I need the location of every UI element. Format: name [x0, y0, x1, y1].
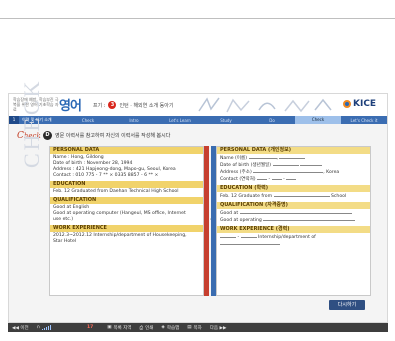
list-icon: ▣ — [107, 325, 112, 330]
form-qualification-body: Good at Good at operating — [217, 209, 370, 226]
work-experience-body: 2012.3~2012.12 Internship/department of … — [50, 232, 203, 247]
qualification-heading: QUALIFICATION — [50, 197, 203, 204]
form-work-body: - Internship/department of — [217, 233, 370, 250]
nav-tab-check-active[interactable]: Check — [295, 116, 341, 124]
nav-tab-study[interactable]: Study — [203, 118, 249, 123]
form-qual-2-label: Good at operating — [220, 218, 262, 223]
sample-qual-3: use etc.) — [53, 217, 73, 222]
brand-logo: 영어 — [59, 99, 82, 114]
headphone-icon: ∩ — [36, 325, 40, 330]
nav-lesson-number: 1 — [9, 116, 19, 124]
qualification-body: Good at English Good at operating comput… — [50, 204, 203, 225]
print-icon: ⎙ — [139, 325, 144, 331]
form-education-body: Feb. 12 Graduate from School — [217, 192, 370, 202]
volume-bars-icon — [41, 325, 51, 330]
form-personal-heading: PERSONAL DATA (개인정보) — [217, 147, 370, 154]
name-field[interactable] — [248, 155, 277, 159]
nav-tab-check[interactable]: Check — [65, 118, 111, 123]
volume-control[interactable]: ∩ — [33, 325, 55, 330]
form-education-prefix: Feb. 12 Graduate from — [220, 194, 273, 199]
form-name-label: Name (이름) — [220, 156, 248, 161]
lesson-navbar: 1 이력 및 자기 소개 Check Intro Let's Learn Stu… — [9, 116, 387, 124]
name-field-2[interactable] — [279, 155, 306, 159]
education-heading: EDUCATION — [50, 181, 203, 188]
form-work-middle: Internship/department of — [258, 235, 316, 240]
page-number: 17 — [86, 325, 94, 330]
form-address-label: Address (주소) — [220, 170, 252, 175]
retry-button[interactable]: 다시하기 — [329, 300, 365, 310]
contact-field-3[interactable] — [286, 176, 297, 180]
header-illustration — [198, 97, 332, 113]
sample-qual-2: Good at operating computer (Hangeul, MS … — [53, 211, 186, 216]
education-field[interactable] — [273, 193, 330, 197]
panel-edge-blue — [211, 146, 216, 296]
personal-data-body: Name : Hong, Gildong Date of birth : Nov… — [50, 154, 203, 181]
form-work-heading: WORK EXPERIENCE (경력) — [217, 226, 370, 233]
qualification-field-1[interactable] — [239, 210, 352, 214]
toolbar-print-button[interactable]: ⎙ 인쇄 — [135, 325, 157, 331]
prev-button[interactable]: ◀◀ 이전 — [8, 325, 33, 331]
map-icon: ◈ — [161, 325, 165, 330]
instruction: D 영문 이력서를 참고하여 자신의 이력서를 작성해 봅시다 — [43, 131, 170, 140]
qualification-field-2[interactable] — [263, 217, 356, 221]
work-experience-heading: WORK EXPERIENCE — [50, 225, 203, 232]
content-frame: 학습장애 예방, 학습부진 극복을 위한 영어 기초학습 자료 영어 프기 : … — [8, 78, 388, 323]
sample-contact: Contact : 010 775 - 7 ** × 0335 8857 - 6… — [53, 173, 159, 178]
form-address-suffix: , Korea — [323, 170, 340, 175]
nav-tab-intro[interactable]: Intro — [111, 118, 157, 123]
lesson-number-badge: 3 — [108, 101, 117, 109]
sample-education: Feb. 12 Graduated from Daehan Technical … — [53, 189, 179, 194]
breadcrumb-text: 인턴 · 해외연 소개 동아기 — [119, 102, 174, 109]
resume-form-panel: PERSONAL DATA (개인정보) Name (이름) , Date of… — [211, 146, 371, 296]
contact-field-2[interactable] — [271, 176, 282, 180]
toolbar-list-button[interactable]: ▣ 목록 지역 — [103, 325, 135, 331]
work-date-field-1[interactable] — [220, 234, 236, 238]
contact-field-1[interactable] — [257, 176, 268, 180]
work-date-field-2[interactable] — [240, 234, 257, 238]
contents-icon: ▤ — [187, 325, 192, 330]
education-body: Feb. 12 Graduated from Daehan Technical … — [50, 188, 203, 197]
sample-resume-panel: PERSONAL DATA Name : Hong, Gildong Date … — [49, 146, 209, 296]
kice-logo: KICE — [343, 99, 376, 109]
form-education-suffix: School — [330, 194, 347, 199]
nav-tab-lets-learn[interactable]: Let's Learn — [157, 118, 203, 123]
form-personal-body: Name (이름) , Date of birth (생년월일) Address… — [220, 155, 340, 182]
panel-edge-red — [204, 146, 209, 296]
app-header: 학습장애 예방, 학습부진 극복을 위한 영어 기초학습 자료 영어 프기 : … — [9, 94, 387, 116]
birth-field-2[interactable] — [300, 162, 323, 166]
form-qual-1-label: Good at — [220, 211, 239, 216]
nav-tab-lets-check-it[interactable]: Let's Check it — [341, 118, 387, 123]
sample-work-2: Star Hotel — [53, 239, 77, 244]
form-birth-label: Date of birth (생년월일) — [220, 163, 272, 168]
instruction-text: 영문 이력서를 참고하여 자신의 이력서를 작성해 봅시다 — [55, 133, 171, 139]
breadcrumb: 프기 : 3 인턴 · 해외연 소개 동아기 — [93, 101, 173, 109]
breadcrumb-prefix: 프기 : — [93, 102, 106, 109]
form-contact-label: Contact (연락처) — [220, 177, 256, 182]
form-qualification-heading: QUALIFICATION (자격증명) — [217, 202, 370, 209]
birth-field[interactable] — [272, 162, 299, 166]
bottom-toolbar: ◀◀ 이전 ∩ 17 ▣ 목록 지역 ⎙ 인쇄 ◈ 학습맵 ▤ 목차 다음 ▶▶ — [8, 323, 388, 332]
next-button[interactable]: 다음 ▶▶ — [206, 325, 231, 331]
top-divider — [0, 18, 395, 19]
nav-tab-do[interactable]: Do — [249, 118, 295, 123]
toolbar-map-button[interactable]: ◈ 학습맵 — [157, 325, 183, 331]
kice-text: KICE — [353, 99, 377, 109]
kice-mark-icon — [343, 100, 351, 108]
check-watermark: CHECK — [19, 78, 44, 168]
address-field[interactable] — [253, 169, 324, 173]
personal-data-heading: PERSONAL DATA — [50, 147, 203, 154]
toolbar-contents-button[interactable]: ▤ 목차 — [183, 325, 206, 331]
work-department-field[interactable] — [220, 241, 280, 245]
form-education-heading: EDUCATION (학력) — [217, 185, 370, 192]
